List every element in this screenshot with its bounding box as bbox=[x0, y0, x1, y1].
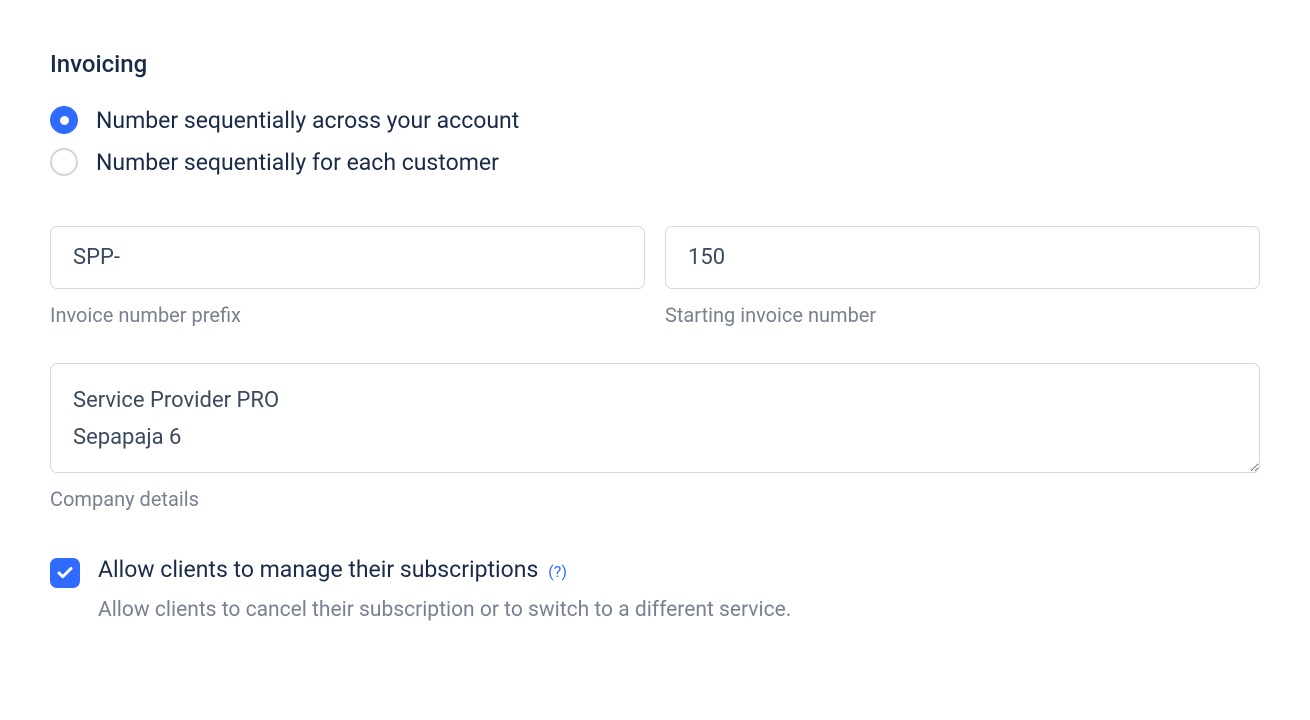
prefix-field-label: Invoice number prefix bbox=[50, 303, 645, 327]
prefix-input[interactable] bbox=[50, 226, 645, 289]
starting-input[interactable] bbox=[665, 226, 1260, 289]
company-field: Company details bbox=[50, 363, 1260, 511]
starting-field-label: Starting invoice number bbox=[665, 303, 1260, 327]
section-title: Invoicing bbox=[50, 50, 1260, 78]
company-textarea[interactable] bbox=[50, 363, 1260, 473]
prefix-field: Invoice number prefix bbox=[50, 226, 645, 327]
radio-selected-icon bbox=[50, 106, 78, 134]
subscription-checkbox[interactable] bbox=[50, 558, 80, 588]
numbering-radio-group: Number sequentially across your account … bbox=[50, 106, 1260, 176]
radio-label: Number sequentially for each customer bbox=[96, 149, 499, 176]
check-icon bbox=[56, 564, 74, 582]
company-field-label: Company details bbox=[50, 487, 1260, 511]
checkbox-content: Allow clients to manage their subscripti… bbox=[98, 556, 791, 627]
radio-option-customer[interactable]: Number sequentially for each customer bbox=[50, 148, 1260, 176]
subscription-help-link[interactable]: (?) bbox=[548, 562, 567, 581]
radio-option-account[interactable]: Number sequentially across your account bbox=[50, 106, 1260, 134]
radio-unselected-icon bbox=[50, 148, 78, 176]
subscription-label: Allow clients to manage their subscripti… bbox=[98, 556, 538, 583]
starting-field: Starting invoice number bbox=[665, 226, 1260, 327]
subscription-description: Allow clients to cancel their subscripti… bbox=[98, 595, 791, 627]
radio-label: Number sequentially across your account bbox=[96, 107, 519, 134]
